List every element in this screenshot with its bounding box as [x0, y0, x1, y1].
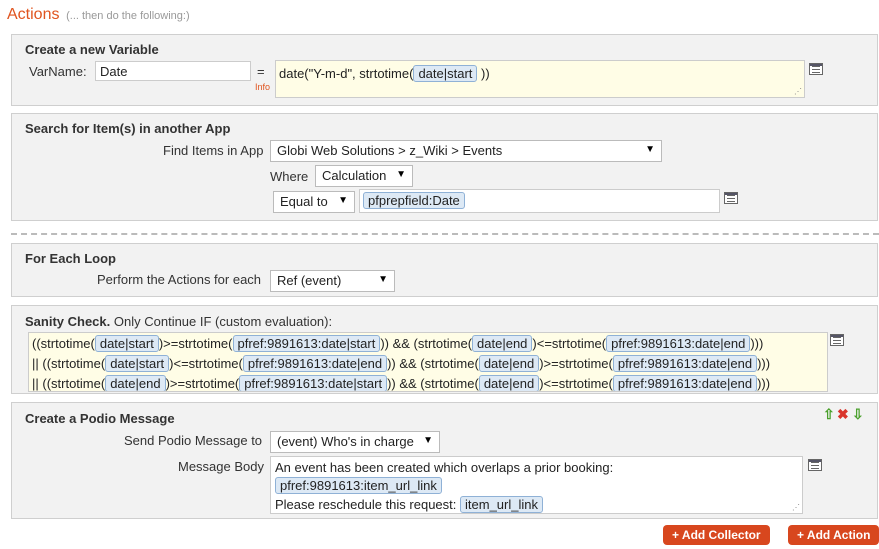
field-picker-icon[interactable]: [724, 192, 738, 204]
expr-text: )>=strtotime(: [539, 356, 613, 371]
token[interactable]: date|end: [478, 375, 540, 391]
expr-text: )<=strtotime(: [169, 356, 243, 371]
token[interactable]: date|end: [478, 355, 540, 372]
varname-label: VarName:: [29, 64, 87, 79]
chevron-down-icon: ▼: [396, 169, 406, 180]
token[interactable]: pfref:9891613:date|end: [612, 355, 758, 372]
expr-text: || ((strtotime(: [32, 376, 106, 391]
actions-header: Actions (... then do the following:): [7, 6, 190, 24]
where-select[interactable]: Calculation ▼: [315, 165, 413, 187]
chevron-down-icon: ▼: [378, 274, 388, 285]
panel-title: For Each Loop: [25, 251, 116, 266]
chevron-down-icon: ▼: [423, 435, 433, 446]
info-link[interactable]: Info: [255, 82, 270, 92]
token-item-url-ref[interactable]: pfref:9891613:item_url_link: [275, 477, 442, 494]
perform-label: Perform the Actions for each: [97, 272, 262, 287]
field-picker-icon[interactable]: [830, 334, 844, 346]
panel-title: Sanity Check. Only Continue IF (custom e…: [25, 314, 332, 329]
panel-podio-message: Create a Podio Message ⇧ ✖ ⇩ Send Podio …: [11, 402, 878, 519]
add-action-button[interactable]: + Add Action: [788, 525, 879, 545]
panel-for-each-loop: For Each Loop Perform the Actions for ea…: [11, 243, 878, 297]
chevron-down-icon: ▼: [338, 195, 348, 206]
panel-title: Create a Podio Message: [25, 411, 175, 426]
expr-text: )<=strtotime(: [539, 376, 613, 391]
operator-select-value: Equal to: [280, 194, 328, 209]
expr-text: ))): [757, 376, 771, 391]
chevron-down-icon: ▼: [645, 144, 655, 155]
resize-grip-icon[interactable]: ⋰: [794, 87, 802, 96]
field-picker-icon[interactable]: [808, 459, 822, 471]
add-collector-button[interactable]: + Add Collector: [663, 525, 770, 545]
token[interactable]: date|end: [472, 335, 533, 352]
panel-search-items: Search for Item(s) in another App Find I…: [11, 113, 878, 221]
token[interactable]: pfref:9891613:date|start: [239, 375, 388, 391]
panel-title: Search for Item(s) in another App: [25, 121, 231, 136]
sanity-line: || ((strtotime(date|start)<=strtotime(pf…: [32, 354, 824, 374]
message-body-label: Message Body: [178, 459, 264, 474]
token-item-url-link[interactable]: item_url_link: [460, 496, 543, 513]
field-picker-icon[interactable]: [809, 63, 823, 75]
token[interactable]: date|start: [105, 355, 170, 372]
expr-text: )>=strtotime(: [165, 376, 240, 391]
equals-sign: =: [257, 64, 265, 79]
delete-icon[interactable]: ✖: [837, 406, 849, 423]
body-line-3: Please reschedule this request:: [275, 497, 457, 512]
app-select-value: Globi Web Solutions > z_Wiki > Events: [277, 143, 503, 158]
token-date-start[interactable]: date|start: [413, 65, 478, 82]
expr-text: ))): [750, 336, 764, 351]
body-line-1: An event has been created which overlaps…: [275, 460, 614, 475]
token[interactable]: pfref:9891613:date|start: [232, 335, 381, 352]
expr-text: )): [481, 66, 490, 81]
search-value-input[interactable]: pfprepfield:Date: [359, 189, 720, 213]
token-pfprepfield-date[interactable]: pfprepfield:Date: [363, 192, 465, 209]
expr-text: )) && (strtotime(: [387, 356, 479, 371]
operator-select[interactable]: Equal to ▼: [273, 191, 355, 213]
token[interactable]: pfref:9891613:date|end: [612, 375, 758, 391]
token[interactable]: pfref:9891613:date|end: [242, 355, 388, 372]
send-to-select[interactable]: (event) Who's in charge ▼: [270, 431, 440, 453]
section-divider: [11, 233, 879, 235]
app-select[interactable]: Globi Web Solutions > z_Wiki > Events ▼: [270, 140, 662, 162]
find-items-label: Find Items in App: [163, 143, 264, 158]
sanity-line: || ((strtotime(date|end)>=strtotime(pfre…: [32, 374, 824, 391]
loop-ref-value: Ref (event): [277, 273, 342, 288]
actions-subtitle: (... then do the following:): [66, 10, 190, 22]
token[interactable]: pfref:9891613:date|end: [606, 335, 751, 352]
expr-text: ))): [757, 356, 771, 371]
actions-title: Actions: [7, 6, 60, 23]
panel-sanity-check: Sanity Check. Only Continue IF (custom e…: [11, 305, 878, 394]
sanity-title: Sanity Check.: [25, 314, 111, 329]
send-to-label: Send Podio Message to: [124, 433, 263, 448]
expr-text: date("Y-m-d", strtotime(: [279, 66, 414, 81]
sanity-expression-textarea[interactable]: ((strtotime(date|start)>=strtotime(pfref…: [28, 332, 828, 392]
expr-text: )) && (strtotime(: [387, 376, 479, 391]
message-body-textarea[interactable]: An event has been created which overlaps…: [270, 456, 803, 514]
where-select-value: Calculation: [322, 168, 387, 183]
expr-text: ((strtotime(: [32, 336, 95, 351]
panel-title: Create a new Variable: [25, 42, 159, 57]
move-down-icon[interactable]: ⇩: [852, 406, 864, 423]
resize-grip-icon[interactable]: ⋰: [792, 503, 800, 512]
panel-create-variable: Create a new Variable VarName: Date = In…: [11, 34, 878, 106]
sanity-subtitle: Only Continue IF (custom evaluation):: [113, 314, 333, 329]
expr-text: )<=strtotime(: [532, 336, 607, 351]
sanity-line: ((strtotime(date|start)>=strtotime(pfref…: [32, 334, 824, 354]
expr-text: )) && (strtotime(: [380, 336, 473, 351]
expr-text: )>=strtotime(: [158, 336, 233, 351]
move-up-icon[interactable]: ⇧: [823, 406, 835, 423]
varname-input[interactable]: Date: [95, 61, 251, 81]
loop-ref-select[interactable]: Ref (event) ▼: [270, 270, 395, 292]
where-label: Where: [270, 169, 309, 184]
variable-expression-textarea[interactable]: date("Y-m-d", strtotime(date|start )) ⋰: [275, 60, 805, 98]
token[interactable]: date|start: [94, 335, 159, 352]
token[interactable]: date|end: [105, 375, 166, 391]
send-to-value: (event) Who's in charge: [277, 434, 414, 449]
expr-text: || ((strtotime(: [32, 356, 106, 371]
